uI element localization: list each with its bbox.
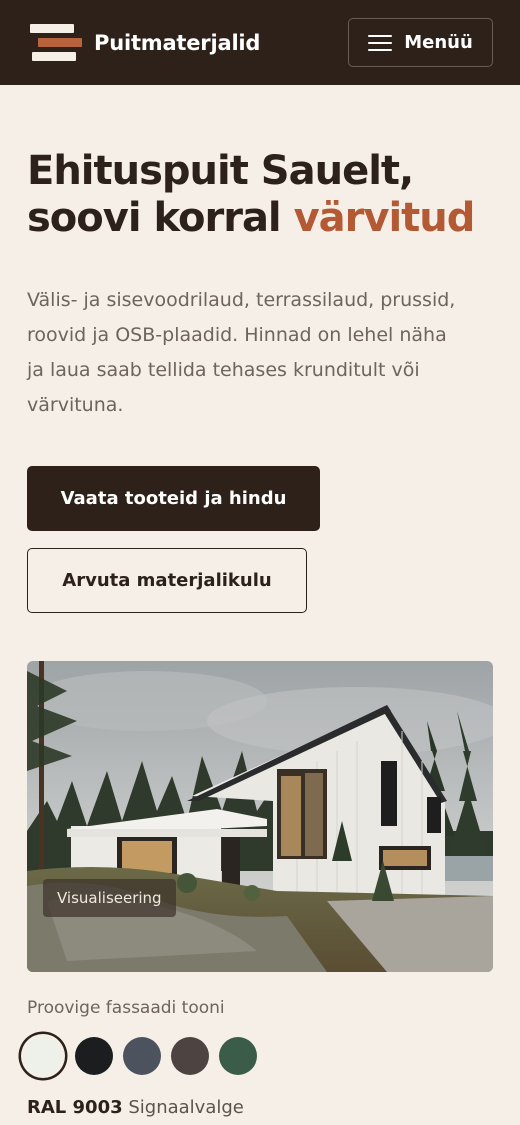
view-products-button[interactable]: Vaata tooteid ja hindu (27, 466, 320, 531)
hamburger-icon (368, 34, 393, 51)
hero-title-accent: värvitud (293, 195, 476, 241)
swatch-green[interactable] (219, 1037, 257, 1075)
brand-link[interactable]: Puitmaterjalid (30, 22, 260, 64)
brand-name: Puitmaterjalid (94, 30, 261, 55)
selected-color-name: Signaalvalge (128, 1097, 244, 1118)
hero-title-line2: soovi korral (27, 195, 294, 241)
facade-color-swatches (22, 1035, 322, 1085)
selected-color-readout: RAL 9003 Signaalvalge (27, 1097, 244, 1118)
site-header: Puitmaterjalid Menüü (0, 0, 520, 85)
swatch-black[interactable] (75, 1037, 113, 1075)
menu-label: Menüü (404, 32, 473, 53)
swatch-brown[interactable] (171, 1037, 209, 1075)
facade-color-title: Proovige fassaadi tooni (27, 998, 225, 1018)
swatch-grey[interactable] (123, 1037, 161, 1075)
calculate-materials-button[interactable]: Arvuta materjalikulu (27, 548, 307, 613)
house-illustration (27, 661, 493, 972)
selected-color-code: RAL 9003 (27, 1097, 123, 1118)
hero-description: Välis- ja sisevoodrilaud, terrassilaud, … (27, 289, 456, 416)
hero-title: Ehituspuit Sauelt, soovi korral värvitud (27, 148, 507, 242)
hero-title-line1: Ehituspuit Sauelt, (27, 148, 414, 194)
menu-button[interactable]: Menüü (348, 18, 493, 67)
house-visualization-image: Visualiseering (27, 661, 493, 972)
swatch-signal-white[interactable] (24, 1037, 62, 1075)
visualization-label: Visualiseering (43, 879, 176, 917)
logo-icon (30, 22, 82, 64)
